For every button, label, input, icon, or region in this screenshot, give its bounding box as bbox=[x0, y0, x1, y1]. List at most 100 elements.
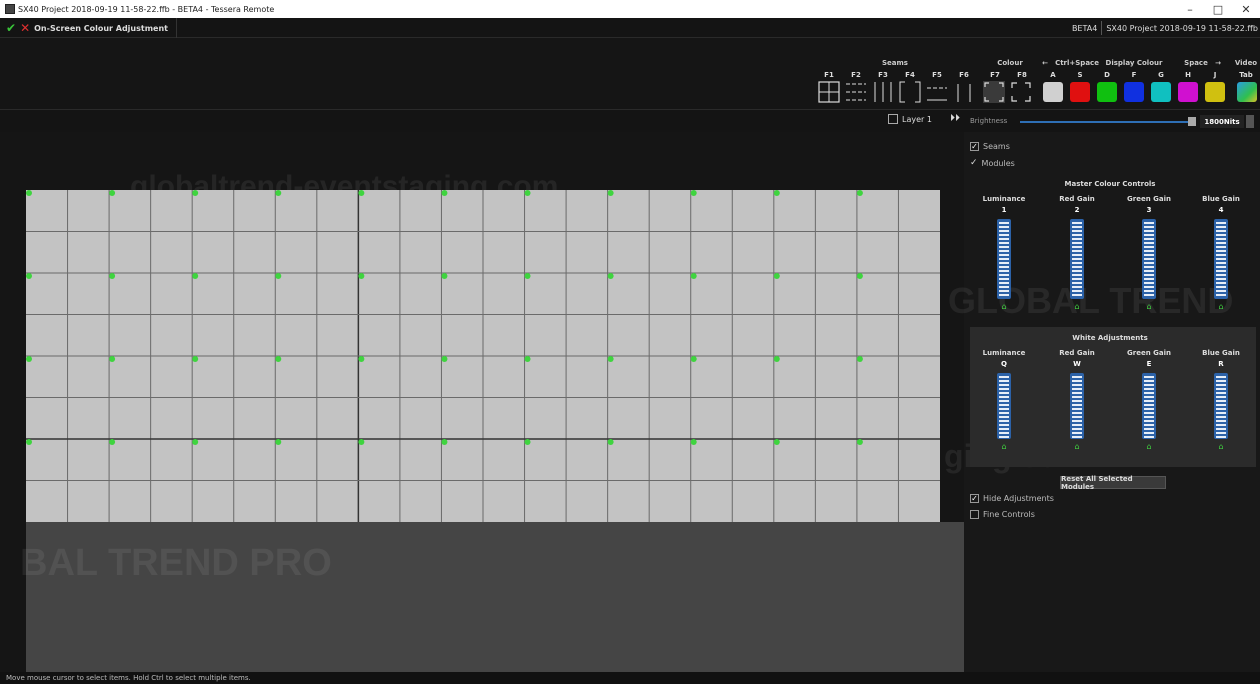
reset-channel-icon[interactable]: ⌂ bbox=[1143, 302, 1155, 311]
module-marker bbox=[275, 190, 282, 196]
arrow-right-icon: → bbox=[1215, 59, 1221, 67]
module-marker bbox=[358, 190, 365, 196]
hide-adjustments-checkbox[interactable]: ✓ Hide Adjustments bbox=[970, 494, 1054, 503]
minimize-button[interactable]: – bbox=[1176, 0, 1204, 18]
project-name: SX40 Project 2018-09-19 11-58-22.ffb bbox=[1106, 23, 1258, 33]
master-channel-label: Luminance bbox=[982, 195, 1026, 203]
nits-spinner[interactable] bbox=[1246, 115, 1254, 128]
cancel-icon[interactable]: ✕ bbox=[20, 21, 30, 35]
module-marker bbox=[358, 439, 365, 445]
reset-channel-icon[interactable]: ⌂ bbox=[1071, 302, 1083, 311]
close-window-button[interactable]: ✕ bbox=[1232, 0, 1260, 18]
module-marker bbox=[856, 439, 863, 445]
swatch-magenta[interactable] bbox=[1178, 82, 1198, 102]
seams-vertical-icon[interactable] bbox=[872, 81, 894, 103]
module-marker bbox=[26, 356, 32, 362]
status-text: Move mouse cursor to select items. Hold … bbox=[6, 674, 251, 682]
command-bar: ✔ ✕ On-Screen Colour Adjustment BETA4 SX… bbox=[0, 18, 1260, 38]
master-gain-slider[interactable] bbox=[1070, 219, 1084, 299]
status-bar: Move mouse cursor to select items. Hold … bbox=[0, 672, 1260, 684]
brightness-slider-thumb[interactable] bbox=[1188, 117, 1196, 126]
swatch-cyan[interactable] bbox=[1151, 82, 1171, 102]
master-gain-slider[interactable] bbox=[1214, 219, 1228, 299]
seams-grid-icon[interactable] bbox=[818, 81, 840, 103]
seams-single-icon[interactable] bbox=[953, 81, 975, 103]
module-marker bbox=[690, 190, 697, 196]
module-marker bbox=[690, 273, 697, 279]
module-marker bbox=[275, 273, 282, 279]
white-gain-slider[interactable] bbox=[997, 373, 1011, 439]
white-channel-label: Blue Gain bbox=[1202, 349, 1240, 357]
fast-forward-icon[interactable]: ⏵⏵ bbox=[950, 113, 960, 124]
module-marker bbox=[275, 356, 282, 362]
nits-field[interactable]: 1800Nits bbox=[1200, 115, 1244, 128]
modules-checkbox-label: Modules bbox=[981, 158, 1015, 168]
restore-button[interactable]: □ bbox=[1204, 0, 1232, 18]
seams-horizontal-icon[interactable] bbox=[845, 81, 867, 103]
colour-key: J bbox=[1213, 71, 1217, 79]
layer-selector[interactable]: Layer 1 bbox=[888, 114, 932, 124]
window-titlebar: SX40 Project 2018-09-19 11-58-22.ffb - B… bbox=[0, 0, 1260, 18]
swatch-red[interactable] bbox=[1070, 82, 1090, 102]
white-gain-slider[interactable] bbox=[1214, 373, 1228, 439]
ctrl-space-hint: Ctrl+Space bbox=[1055, 59, 1099, 67]
reset-channel-icon[interactable]: ⌂ bbox=[1143, 442, 1155, 451]
fkey-label: F4 bbox=[905, 71, 915, 79]
colour-key: A bbox=[1050, 71, 1056, 79]
checkmark-icon: ✓ bbox=[970, 158, 978, 168]
modules-checkbox[interactable]: ✓ Modules bbox=[970, 158, 1015, 168]
seams-outline-icon[interactable] bbox=[899, 81, 921, 103]
led-wall[interactable] bbox=[26, 190, 940, 522]
module-marker bbox=[441, 190, 448, 196]
white-channel-label: Red Gain bbox=[1059, 349, 1095, 357]
space-hint: Space bbox=[1184, 59, 1208, 67]
swatch-yellow[interactable] bbox=[1205, 82, 1225, 102]
module-marker bbox=[856, 190, 863, 196]
colour-tile-icon[interactable] bbox=[1010, 81, 1032, 103]
module-marker bbox=[192, 273, 199, 279]
master-controls-title: Master Colour Controls bbox=[1064, 180, 1156, 188]
checkbox-checked-icon: ✓ bbox=[970, 494, 979, 503]
colour-key: F bbox=[1131, 71, 1137, 79]
module-marker bbox=[607, 273, 614, 279]
white-channel-label: Luminance bbox=[982, 349, 1026, 357]
master-gain-slider[interactable] bbox=[1142, 219, 1156, 299]
reset-channel-icon[interactable]: ⌂ bbox=[1215, 442, 1227, 451]
master-gain-slider[interactable] bbox=[997, 219, 1011, 299]
watermark: GLOBAL TREND bbox=[948, 280, 1234, 321]
accept-icon[interactable]: ✔ bbox=[6, 21, 16, 35]
fkey-label: F6 bbox=[959, 71, 969, 79]
module-marker bbox=[358, 356, 365, 362]
fkey-label: F3 bbox=[878, 71, 888, 79]
checkbox-unchecked-icon bbox=[970, 510, 979, 519]
white-channel-label: Green Gain bbox=[1127, 349, 1171, 357]
white-gain-slider[interactable] bbox=[1142, 373, 1156, 439]
fine-controls-checkbox[interactable]: Fine Controls bbox=[970, 510, 1035, 519]
seams-checkbox[interactable]: ✓ Seams bbox=[970, 142, 1010, 151]
white-channel-key: E bbox=[1146, 360, 1152, 368]
video-wall-canvas[interactable]: globaltrend-eventstaging.com BAL TREND P… bbox=[0, 132, 964, 672]
swatch-white[interactable] bbox=[1043, 82, 1063, 102]
colour-key: H bbox=[1185, 71, 1191, 79]
white-gain-slider[interactable] bbox=[1070, 373, 1084, 439]
reset-all-modules-button[interactable]: Reset All Selected Modules bbox=[1060, 475, 1166, 491]
module-marker bbox=[192, 356, 199, 362]
swatch-blue[interactable] bbox=[1124, 82, 1144, 102]
colour-module-icon[interactable] bbox=[983, 81, 1005, 103]
reset-channel-icon[interactable]: ⌂ bbox=[998, 302, 1010, 311]
colour-key: G bbox=[1158, 71, 1164, 79]
module-grid[interactable] bbox=[26, 190, 940, 522]
swatch-green[interactable] bbox=[1097, 82, 1117, 102]
module-marker bbox=[192, 190, 199, 196]
reset-channel-icon[interactable]: ⌂ bbox=[998, 442, 1010, 451]
tab-key: Tab bbox=[1239, 71, 1253, 79]
arrow-left-icon: ← bbox=[1042, 59, 1048, 67]
fkey-label: F8 bbox=[1017, 71, 1027, 79]
reset-channel-icon[interactable]: ⌂ bbox=[1215, 302, 1227, 311]
module-marker bbox=[275, 439, 282, 445]
seams-top-bottom-icon[interactable] bbox=[926, 81, 948, 103]
video-icon[interactable] bbox=[1237, 82, 1257, 102]
module-marker bbox=[441, 273, 448, 279]
reset-channel-icon[interactable]: ⌂ bbox=[1071, 442, 1083, 451]
brightness-slider[interactable] bbox=[1020, 121, 1190, 123]
